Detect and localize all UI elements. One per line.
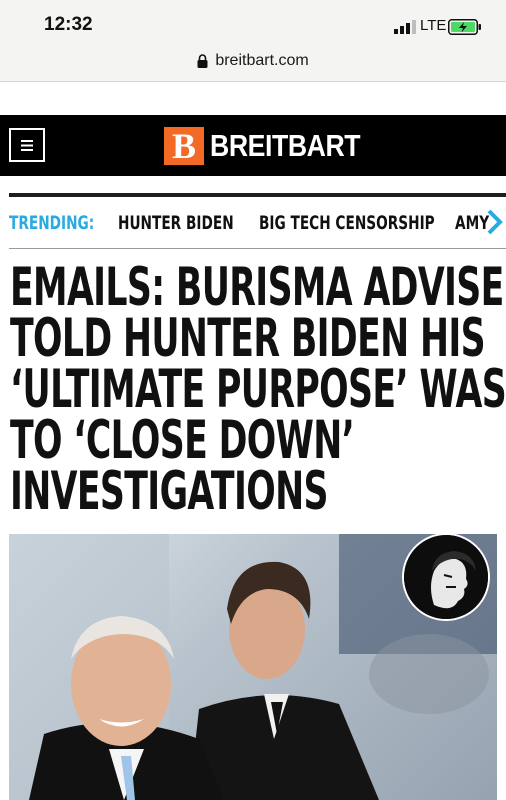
trending-bottom-rule [9, 248, 506, 249]
trending-item-big-tech-censorship[interactable]: BIG TECH CENSORSHIP [259, 212, 435, 234]
trending-bar: TRENDING: HUNTER BIDEN BIG TECH CENSORSH… [9, 197, 506, 249]
headline-line: EMAILS: BURISMA ADVISER [10, 257, 506, 318]
profile-engraving-icon [404, 535, 488, 619]
url-domain: breitbart.com [215, 52, 309, 69]
headline-line: TOLD HUNTER BIDEN HIS [10, 308, 486, 369]
hamburger-menu-icon [21, 139, 33, 151]
site-header: B BREITBART [0, 115, 506, 176]
trending-item-amy[interactable]: AMY [455, 212, 489, 234]
menu-button[interactable] [9, 128, 45, 162]
url-bar[interactable]: breitbart.com [0, 44, 506, 78]
logo-mark: B [164, 127, 204, 165]
status-time: 12:32 [44, 14, 93, 35]
headline-line: TO ‘CLOSE DOWN’ [10, 410, 355, 471]
trending-item-hunter-biden[interactable]: HUNTER BIDEN [118, 212, 234, 234]
lock-icon [197, 54, 208, 68]
site-logo[interactable]: B BREITBART [164, 127, 385, 165]
chevron-right-icon[interactable] [486, 209, 504, 235]
headline-line: INVESTIGATIONS [10, 461, 328, 522]
article-headline: EMAILS: BURISMA ADVISER TOLD HUNTER BIDE… [10, 257, 506, 522]
battery-charging-icon [448, 19, 481, 35]
headline-line: ‘ULTIMATE PURPOSE’ WAS [10, 359, 506, 420]
signal-strength-icon [394, 20, 416, 34]
profile-engraving-badge [402, 533, 490, 621]
status-bar: 12:32 LTE breitbart.com [0, 0, 506, 82]
network-type: LTE [420, 17, 447, 34]
trending-label: TRENDING: [9, 212, 95, 234]
page-top-spacer [0, 83, 506, 115]
logo-text: BREITBART [210, 128, 361, 163]
